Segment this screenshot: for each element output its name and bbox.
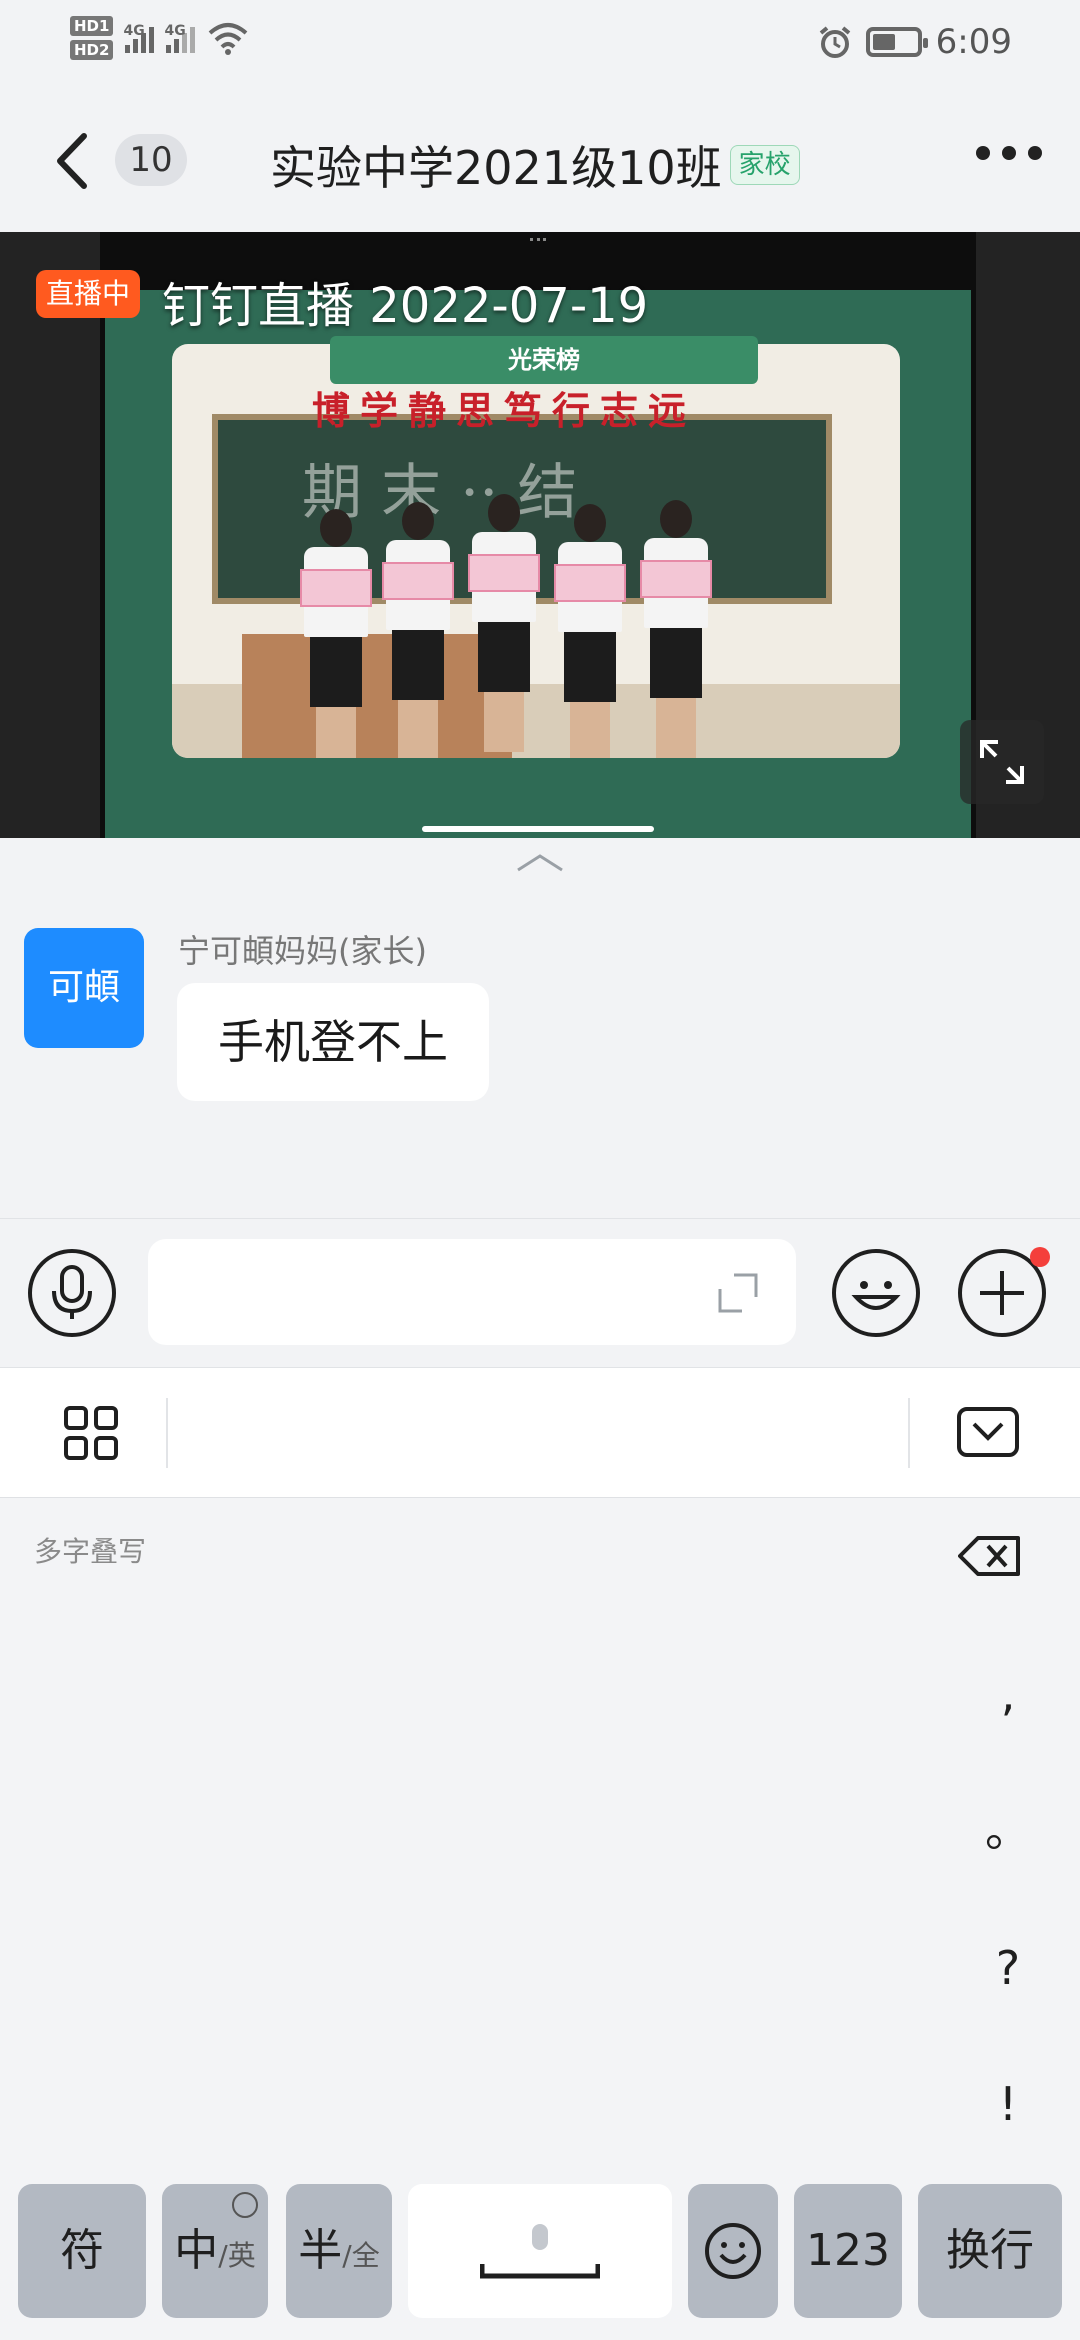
question-key[interactable]: ? [948,1918,1068,2018]
status-time: 6:09 [935,22,1012,62]
student-figure [300,509,372,758]
hd2-badge: HD2 [70,40,114,60]
exclamation-key[interactable]: ! [948,2054,1068,2154]
more-dot-icon [976,146,990,160]
live-badge: 直播中 [36,270,141,318]
fullscreen-button[interactable] [960,720,1044,804]
student-figure [468,494,540,758]
status-right: 6:09 [818,22,1012,62]
status-left: HD1 HD2 4G 4G [70,16,249,60]
status-bar: HD1 HD2 4G 4G 6:09 [0,0,1080,90]
collapse-chevron-icon[interactable] [514,852,566,874]
enter-key[interactable]: 换行 [918,2184,1062,2318]
symbol-key[interactable]: 符 [18,2184,146,2318]
expand-input-icon[interactable] [716,1271,760,1315]
punctuation-column: , 。 ? ! [948,1498,1068,2198]
more-dot-icon [1028,146,1042,160]
message-bubble[interactable]: 手机登不上 [177,983,489,1101]
globe-icon [232,2192,258,2218]
message-input[interactable] [148,1239,796,1345]
live-stream-player[interactable]: 博学静思笃行志远 期 末 ·· 结 光荣榜 直播中 钉钉直播 2022-07-1… [0,232,1080,838]
expand-icon [980,740,1024,784]
add-button[interactable] [958,1247,1050,1337]
wifi-icon [209,23,248,55]
drag-handle-icon[interactable] [530,238,546,242]
half-full-width-toggle[interactable]: 半/全 [286,2184,392,2318]
student-figure [640,500,712,758]
smiley-icon [851,1281,901,1310]
student-figure [382,502,454,758]
student-figure [554,504,626,758]
notification-dot [1030,1247,1050,1267]
comma-key[interactable]: , [948,1644,1068,1744]
space-key[interactable] [408,2184,672,2318]
hd1-badge: HD1 [70,16,114,36]
chat-title-group[interactable]: 实验中学2021级10班 家校 [270,132,800,198]
lang-sub-label: /英 [218,2239,256,2272]
chat-title: 实验中学2021级10班 [270,141,722,195]
lang-main-label: 中 [174,2225,219,2276]
chinese-english-toggle[interactable]: 中/英 [162,2184,268,2318]
avatar[interactable]: 可頔 [24,928,144,1048]
toolbar-divider [908,1398,910,1468]
grid-menu-icon[interactable] [62,1404,120,1462]
classroom-motto: 博学静思笃行志远 [312,388,697,433]
hd-indicators: HD1 HD2 [70,16,114,60]
alarm-icon [819,26,850,58]
backspace-icon[interactable] [958,1534,1022,1578]
video-photo: 博学静思笃行志远 期 末 ·· 结 [172,344,900,758]
width-main-label: 半 [298,2225,343,2276]
back-icon[interactable] [46,126,106,196]
voice-button[interactable] [28,1249,116,1337]
plus-icon [980,1271,1024,1315]
toolbar-divider [166,1398,168,1468]
video-progress-indicator [422,826,654,832]
period-key[interactable]: 。 [948,1780,1068,1880]
microphone-icon [52,1265,92,1319]
space-voice-icon [480,2224,600,2279]
more-options-button[interactable] [976,146,1042,160]
message-input-bar [0,1218,1080,1368]
emoji-key[interactable] [688,2184,778,2318]
more-dot-icon [1002,146,1016,160]
signal-icon: 4G [123,23,155,53]
honor-roll-banner: 光荣榜 [330,336,758,384]
chat-header: 10 实验中学2021级10班 家校 [0,90,1080,232]
net-type-label: 4G [123,23,145,39]
hide-keyboard-icon[interactable] [956,1406,1020,1458]
net-type-label-2: 4G [164,23,186,39]
unread-count-badge[interactable]: 10 [115,134,187,186]
emoji-button[interactable] [832,1249,920,1337]
handwriting-mode-label: 多字叠写 [34,1535,147,1568]
live-title: 钉钉直播 2022-07-19 [162,278,649,334]
keyboard-toolbar [0,1368,1080,1498]
width-sub-label: /全 [342,2239,380,2272]
emoji-icon [705,2223,761,2279]
home-school-tag: 家校 [729,145,800,185]
battery-icon [865,27,928,57]
numbers-key[interactable]: 123 [794,2184,902,2318]
signal-icon-2: 4G [164,23,196,53]
sender-name: 宁可頔妈妈(家长) [178,932,427,970]
